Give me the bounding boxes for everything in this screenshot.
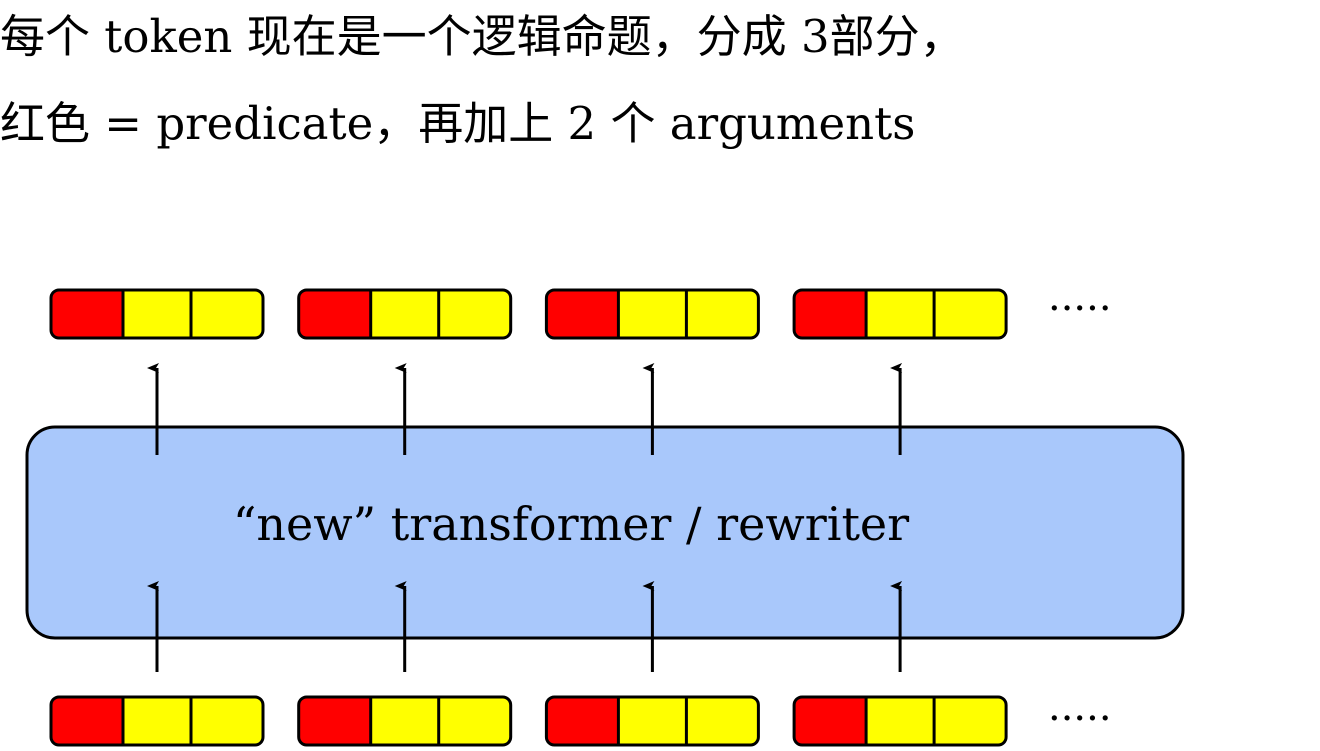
token-transformer-diagram: “new” transformer / rewriter ····· ·····: [25, 286, 1185, 747]
argument-segment: [934, 697, 1007, 745]
argument-segment: [866, 290, 935, 338]
output-token: [49, 288, 265, 340]
argument-segment: [686, 290, 759, 338]
argument-segment: [191, 290, 263, 338]
input-token: [49, 695, 265, 747]
transformer-label: “new” transformer / rewriter: [233, 497, 909, 551]
predicate-segment: [298, 697, 371, 745]
input-token-row: [49, 695, 1008, 747]
argument-segment: [866, 697, 935, 745]
output-token-row: [49, 288, 1008, 340]
output-ellipsis: ·····: [1048, 286, 1112, 332]
input-token: [792, 695, 1008, 747]
output-token: [297, 288, 513, 340]
output-token: [792, 288, 1008, 340]
argument-segment: [618, 697, 687, 745]
predicate-segment: [546, 697, 619, 745]
input-ellipsis: ·····: [1048, 696, 1112, 742]
output-token: [544, 288, 760, 340]
argument-segment: [123, 697, 191, 745]
argument-segment: [686, 697, 759, 745]
predicate-segment: [51, 697, 123, 745]
predicate-segment: [794, 697, 867, 745]
predicate-segment: [794, 290, 867, 338]
predicate-segment: [546, 290, 619, 338]
predicate-segment: [298, 290, 371, 338]
argument-segment: [191, 697, 263, 745]
argument-segment: [618, 290, 687, 338]
input-token: [544, 695, 760, 747]
predicate-segment: [51, 290, 123, 338]
argument-segment: [438, 290, 511, 338]
argument-segment: [934, 290, 1007, 338]
argument-segment: [370, 290, 439, 338]
argument-segment: [370, 697, 439, 745]
argument-segment: [123, 290, 191, 338]
input-token: [297, 695, 513, 747]
argument-segment: [438, 697, 511, 745]
